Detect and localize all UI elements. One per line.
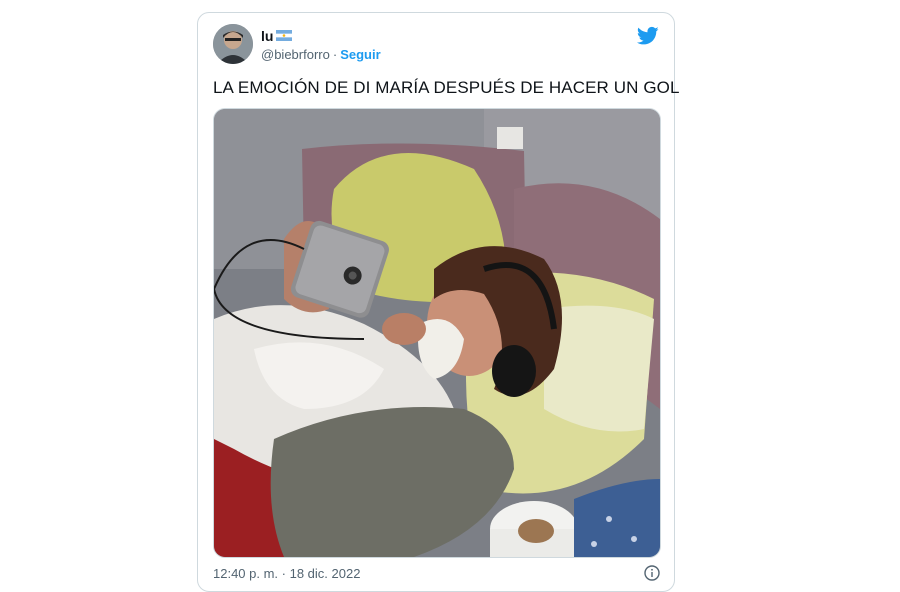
handle-row: @biebrforro · Seguir: [261, 46, 381, 64]
avatar[interactable]: [213, 24, 253, 64]
display-name[interactable]: lu: [261, 27, 293, 45]
display-name-text[interactable]: lu: [261, 27, 273, 45]
twitter-bird-icon[interactable]: [636, 26, 659, 46]
follow-button[interactable]: Seguir: [340, 46, 380, 64]
argentina-flag-icon: [276, 27, 293, 45]
tweet-text: LA EMOCIÓN DE DI MARÍA DESPUÉS DE HACER …: [213, 78, 680, 97]
separator: ·: [332, 47, 338, 62]
tweet-card: lu @biebrforro · Seguir LA EMOCIÓN DE DI…: [197, 12, 679, 592]
tweet-timestamp[interactable]: 12:40 p. m. · 18 dic. 2022: [213, 565, 360, 583]
tweet-photo[interactable]: [213, 108, 661, 558]
user-handle[interactable]: @biebrforro: [261, 46, 330, 64]
info-icon[interactable]: [644, 565, 660, 581]
